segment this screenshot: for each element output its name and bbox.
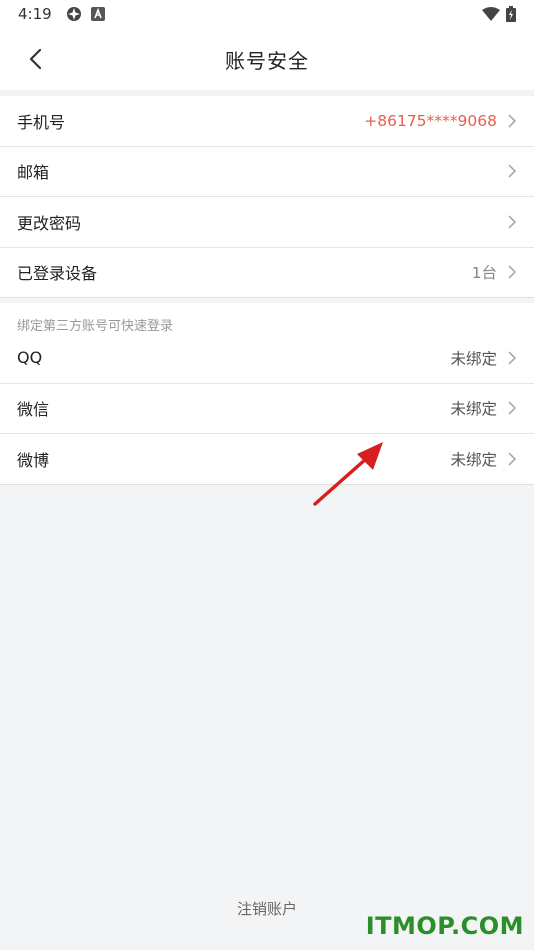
chevron-right-icon bbox=[508, 164, 517, 178]
weibo-label: 微博 bbox=[17, 450, 50, 470]
weibo-status: 未绑定 bbox=[450, 450, 497, 469]
chevron-right-icon bbox=[508, 452, 517, 466]
back-button[interactable] bbox=[18, 42, 52, 76]
wechat-status: 未绑定 bbox=[450, 400, 497, 419]
binding-hint: 绑定第三方账号可快速登录 bbox=[17, 319, 174, 334]
wechat-label: 微信 bbox=[17, 400, 50, 420]
logged-in-devices-row[interactable]: 已登录设备 1台 bbox=[0, 248, 534, 298]
chevron-right-icon bbox=[508, 114, 517, 128]
nav-bar: 账号安全 bbox=[0, 28, 534, 90]
annotation-arrow-icon bbox=[313, 442, 383, 506]
qq-label: QQ bbox=[17, 348, 43, 368]
battery-icon bbox=[506, 6, 516, 22]
chevron-right-icon bbox=[508, 351, 517, 365]
email-label: 邮箱 bbox=[17, 163, 50, 183]
a-notification-icon bbox=[90, 7, 105, 21]
phone-row[interactable]: 手机号 +86175****9068 bbox=[0, 96, 534, 147]
email-row[interactable]: 邮箱 bbox=[0, 147, 534, 197]
chevron-right-icon bbox=[508, 265, 517, 279]
wifi-icon bbox=[482, 7, 500, 21]
status-time: 4:19 bbox=[18, 5, 52, 23]
change-password-row[interactable]: 更改密码 bbox=[0, 197, 534, 248]
account-settings-group: 手机号 +86175****9068 邮箱 更改密码 已登录设备 1台 bbox=[0, 96, 534, 298]
qq-status: 未绑定 bbox=[450, 349, 497, 368]
status-bar: 4:19 bbox=[0, 0, 534, 28]
page-title: 账号安全 bbox=[225, 48, 309, 73]
chevron-left-icon bbox=[29, 48, 42, 70]
chevron-right-icon bbox=[508, 215, 517, 229]
logged-in-devices-value: 1台 bbox=[471, 264, 497, 283]
logged-in-devices-label: 已登录设备 bbox=[17, 264, 98, 284]
phone-label: 手机号 bbox=[17, 112, 66, 132]
third-party-binding-group: 绑定第三方账号可快速登录 QQ 未绑定 微信 未绑定 微博 未绑定 bbox=[0, 303, 534, 485]
weibo-row[interactable]: 微博 未绑定 bbox=[0, 434, 534, 485]
status-right bbox=[482, 6, 516, 22]
watermark: ITMOP.COM bbox=[365, 912, 524, 940]
app-notification-icon bbox=[66, 7, 81, 21]
change-password-label: 更改密码 bbox=[17, 213, 82, 233]
chevron-right-icon bbox=[508, 401, 517, 415]
wechat-row[interactable]: 微信 未绑定 bbox=[0, 384, 534, 434]
qq-row[interactable]: QQ 未绑定 bbox=[0, 333, 534, 384]
phone-value: +86175****9068 bbox=[364, 111, 497, 130]
